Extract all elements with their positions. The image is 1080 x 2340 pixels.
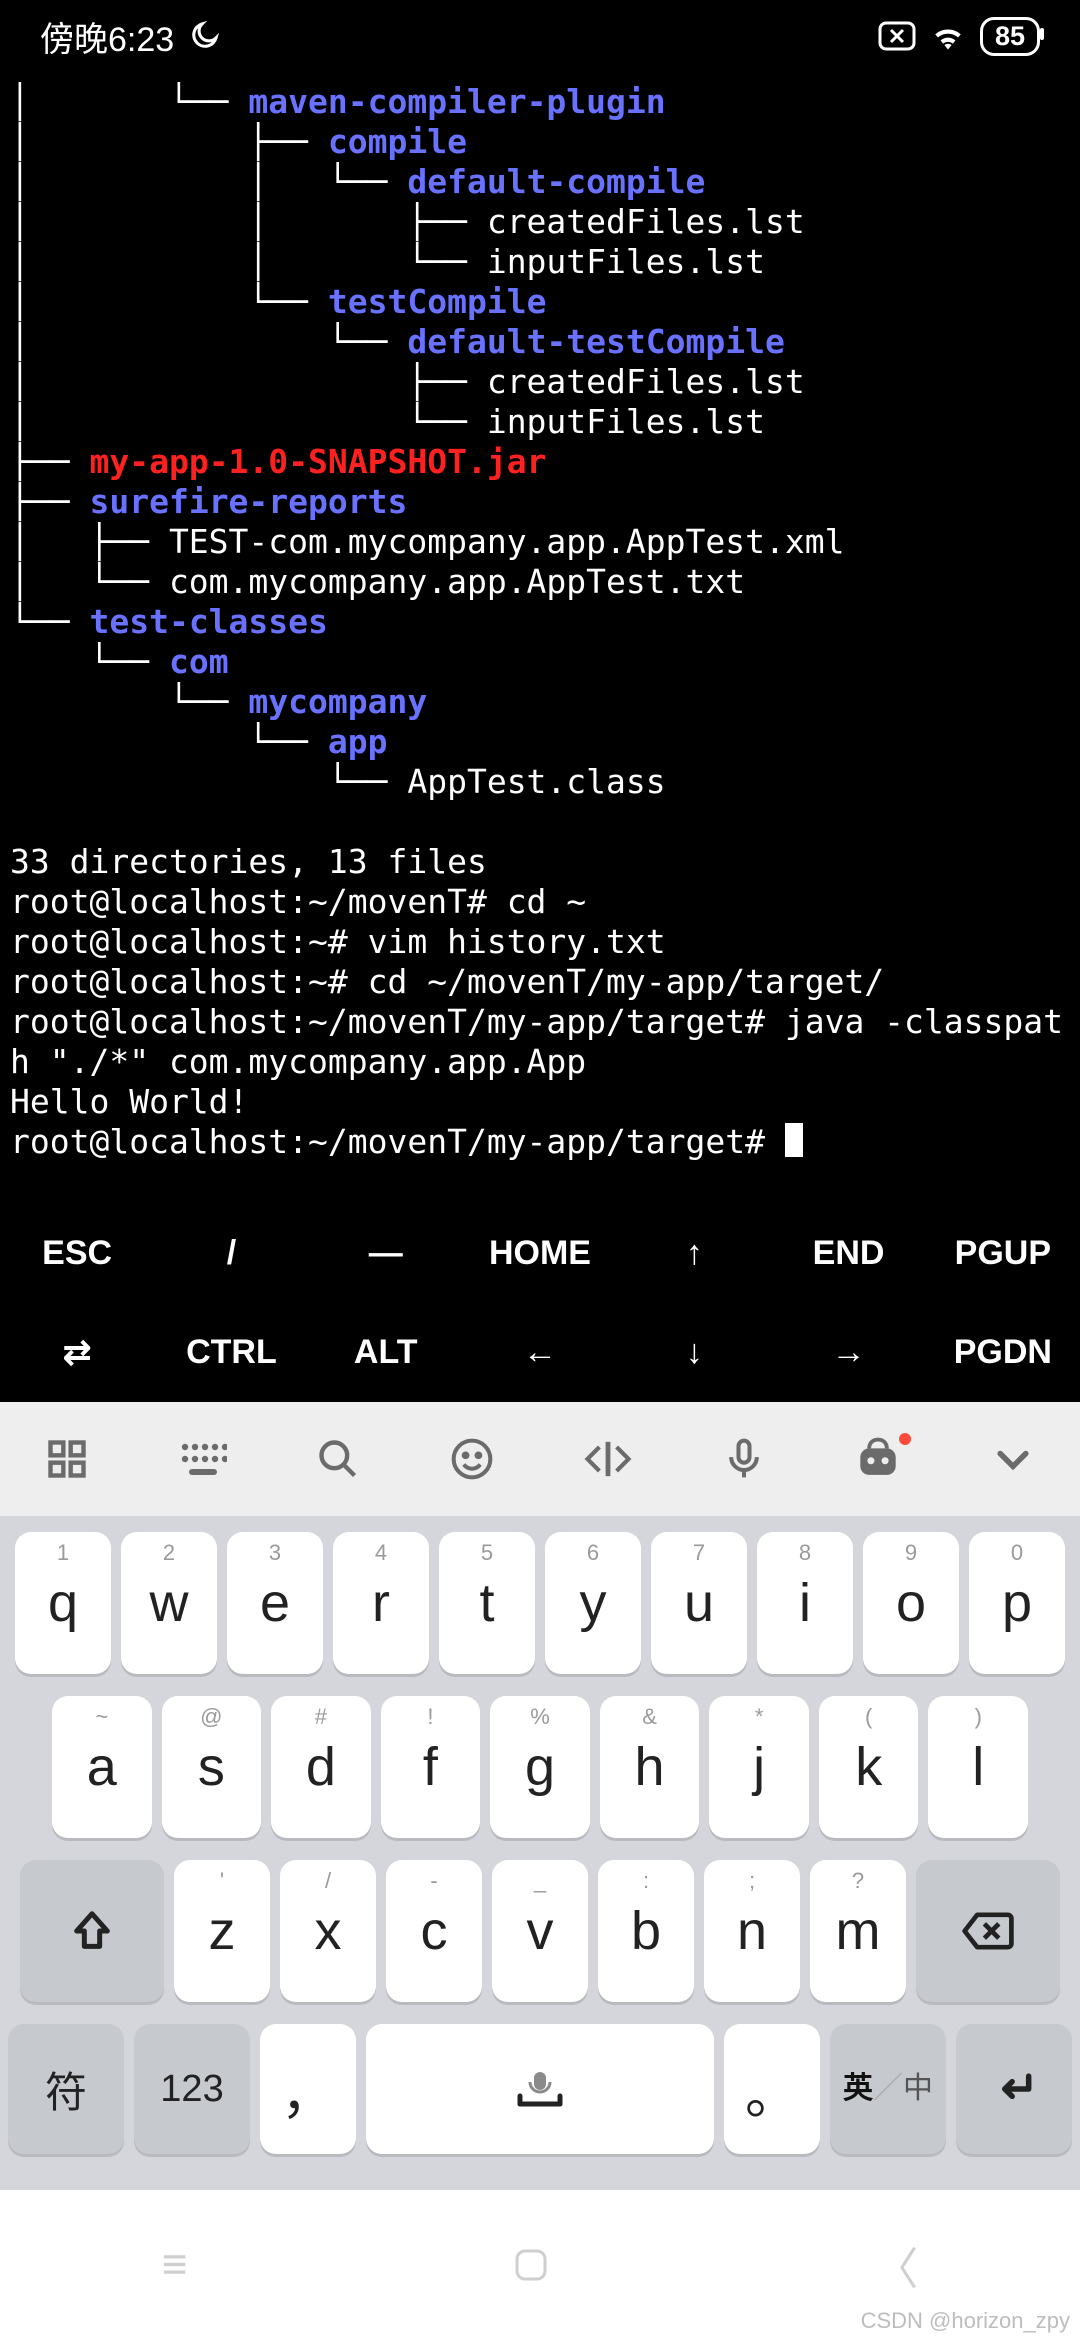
key-w[interactable]: 2w	[121, 1532, 217, 1674]
extra-key-—[interactable]: —	[309, 1204, 463, 1303]
terminal-extra-keys: ESC/—HOME↑ENDPGUP ⇄CTRLALT←↓→PGDN	[0, 1204, 1080, 1402]
terminal-output[interactable]: │ └── maven-compiler-plugin │ ├── compil…	[0, 72, 1080, 1162]
status-bar: 傍晚6:23 85	[0, 0, 1080, 72]
extra-key-pgdn[interactable]: PGDN	[926, 1303, 1080, 1402]
key-a[interactable]: ~a	[52, 1696, 152, 1838]
extra-key-ctrl[interactable]: CTRL	[154, 1303, 308, 1402]
comma-key[interactable]: ，	[260, 2024, 356, 2154]
key-c[interactable]: -c	[386, 1860, 482, 2002]
ime-toolbar	[0, 1402, 1080, 1516]
key-b[interactable]: :b	[598, 1860, 694, 2002]
key-z[interactable]: 'z	[174, 1860, 270, 2002]
chevron-down-icon[interactable]	[991, 1437, 1035, 1481]
key-x[interactable]: /x	[280, 1860, 376, 2002]
period-key[interactable]: 。	[724, 2024, 820, 2154]
extra-key-←[interactable]: ←	[463, 1303, 617, 1402]
nav-back-button[interactable]: 〈	[874, 2233, 918, 2297]
key-m[interactable]: ?m	[810, 1860, 906, 2002]
extra-key-pgup[interactable]: PGUP	[926, 1204, 1080, 1303]
extra-key-⇄[interactable]: ⇄	[0, 1303, 154, 1402]
close-box-icon	[878, 21, 916, 51]
backspace-key[interactable]	[916, 1860, 1060, 2002]
clock: 傍晚6:23	[40, 12, 174, 61]
keyboard-icon[interactable]	[179, 1437, 227, 1481]
key-s[interactable]: @s	[162, 1696, 262, 1838]
battery-badge: 85	[980, 17, 1040, 56]
search-icon[interactable]	[316, 1437, 360, 1481]
grid-icon[interactable]	[45, 1437, 89, 1481]
key-e[interactable]: 3e	[227, 1532, 323, 1674]
nav-recent-button[interactable]: ≡	[162, 2240, 188, 2290]
extra-key-end[interactable]: END	[771, 1204, 925, 1303]
extra-key-esc[interactable]: ESC	[0, 1204, 154, 1303]
key-r[interactable]: 4r	[333, 1532, 429, 1674]
key-y[interactable]: 6y	[545, 1532, 641, 1674]
key-g[interactable]: %g	[490, 1696, 590, 1838]
nav-home-button[interactable]	[511, 2245, 551, 2285]
shift-key[interactable]	[20, 1860, 164, 2002]
key-h[interactable]: &h	[600, 1696, 700, 1838]
key-i[interactable]: 8i	[757, 1532, 853, 1674]
key-n[interactable]: ;n	[704, 1860, 800, 2002]
key-j[interactable]: *j	[709, 1696, 809, 1838]
extra-key-/[interactable]: /	[154, 1204, 308, 1303]
key-u[interactable]: 7u	[651, 1532, 747, 1674]
extra-key-↓[interactable]: ↓	[617, 1303, 771, 1402]
key-t[interactable]: 5t	[439, 1532, 535, 1674]
enter-key[interactable]	[956, 2024, 1072, 2154]
key-l[interactable]: )l	[928, 1696, 1028, 1838]
key-v[interactable]: _v	[492, 1860, 588, 2002]
numbers-key[interactable]: 123	[134, 2024, 250, 2154]
mic-icon[interactable]	[722, 1437, 766, 1481]
moon-icon	[188, 20, 220, 52]
extra-key-↑[interactable]: ↑	[617, 1204, 771, 1303]
bot-icon[interactable]	[855, 1437, 901, 1481]
key-k[interactable]: (k	[819, 1696, 919, 1838]
key-p[interactable]: 0p	[969, 1532, 1065, 1674]
extra-key-alt[interactable]: ALT	[309, 1303, 463, 1402]
space-key[interactable]	[366, 2024, 714, 2154]
soft-keyboard: 1q2w3e4r5t6y7u8i9o0p ~a@s#d!f%g&h*j(k)l …	[0, 1516, 1080, 2190]
extra-key-home[interactable]: HOME	[463, 1204, 617, 1303]
watermark: CSDN @horizon_zpy	[861, 2308, 1070, 2334]
key-q[interactable]: 1q	[15, 1532, 111, 1674]
key-d[interactable]: #d	[271, 1696, 371, 1838]
code-icon[interactable]	[584, 1437, 632, 1481]
smile-icon[interactable]	[450, 1437, 494, 1481]
wifi-icon	[930, 22, 966, 50]
symbols-key[interactable]: 符	[8, 2024, 124, 2154]
key-f[interactable]: !f	[381, 1696, 481, 1838]
extra-key-→[interactable]: →	[771, 1303, 925, 1402]
lang-key[interactable]: 英／中	[830, 2024, 946, 2154]
key-o[interactable]: 9o	[863, 1532, 959, 1674]
